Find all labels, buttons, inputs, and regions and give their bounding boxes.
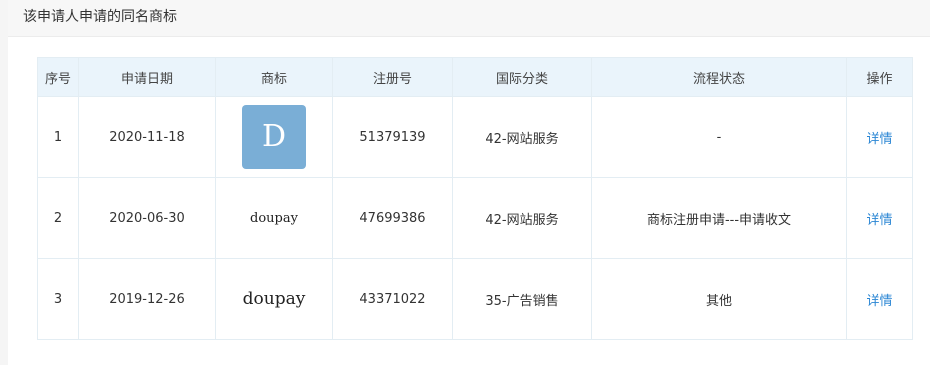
row-action: 详情	[846, 258, 913, 340]
row-mark: doupay	[215, 258, 333, 340]
header-index: 序号	[37, 57, 79, 97]
panel-title: 该申请人申请的同名商标	[23, 9, 177, 25]
row-class: 42-网站服务	[452, 96, 592, 178]
row-mark: D	[215, 96, 333, 178]
header-status: 流程状态	[591, 57, 847, 97]
row-action: 详情	[846, 177, 913, 259]
header-mark: 商标	[215, 57, 333, 97]
table-row: 2 2020-06-30 doupay 47699386 42-网站服务 商标注…	[37, 177, 913, 259]
row-class: 42-网站服务	[452, 177, 592, 259]
table-row: 1 2020-11-18 D 51379139 42-网站服务 - 详情	[37, 96, 913, 178]
trademark-table: 序号 申请日期 商标 注册号 国际分类 流程状态 操作 1 2020-11-18…	[37, 57, 913, 340]
row-date: 2020-06-30	[78, 177, 216, 259]
row-class: 35-广告销售	[452, 258, 592, 340]
row-index: 3	[37, 258, 79, 340]
row-action: 详情	[846, 96, 913, 178]
row-reg-no: 51379139	[332, 96, 453, 178]
header-reg-no: 注册号	[332, 57, 453, 97]
row-date: 2020-11-18	[78, 96, 216, 178]
row-reg-no: 47699386	[332, 177, 453, 259]
header-action: 操作	[846, 57, 913, 97]
trademark-logo-image: D	[242, 105, 306, 169]
header-date: 申请日期	[78, 57, 216, 97]
row-status: -	[591, 96, 847, 178]
row-reg-no: 43371022	[332, 258, 453, 340]
row-date: 2019-12-26	[78, 258, 216, 340]
table-row: 3 2019-12-26 doupay 43371022 35-广告销售 其他 …	[37, 258, 913, 340]
panel-header: 该申请人申请的同名商标	[8, 0, 930, 37]
same-name-trademarks-panel: 该申请人申请的同名商标 序号 申请日期 商标 注册号 国际分类 流程状态 操作	[8, 0, 930, 365]
trademark-text: doupay	[242, 289, 306, 309]
header-class: 国际分类	[452, 57, 592, 97]
row-mark: doupay	[215, 177, 333, 259]
row-status: 商标注册申请---申请收文	[591, 177, 847, 259]
row-status: 其他	[591, 258, 847, 340]
table-header-row: 序号 申请日期 商标 注册号 国际分类 流程状态 操作	[37, 57, 913, 97]
trademark-text: doupay	[250, 210, 298, 226]
details-link[interactable]: 详情	[866, 132, 892, 147]
details-link[interactable]: 详情	[866, 213, 892, 228]
row-index: 1	[37, 96, 79, 178]
details-link[interactable]: 详情	[866, 294, 892, 309]
row-index: 2	[37, 177, 79, 259]
